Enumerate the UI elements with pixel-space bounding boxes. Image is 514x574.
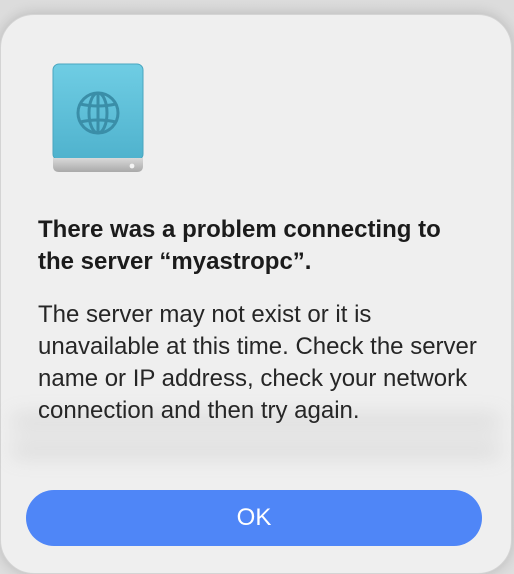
ok-button[interactable]: OK: [26, 490, 482, 546]
dialog-message: The server may not exist or it is unavai…: [38, 301, 477, 424]
dialog-title: There was a problem connecting to the se…: [38, 216, 441, 275]
network-server-icon: [52, 63, 144, 172]
